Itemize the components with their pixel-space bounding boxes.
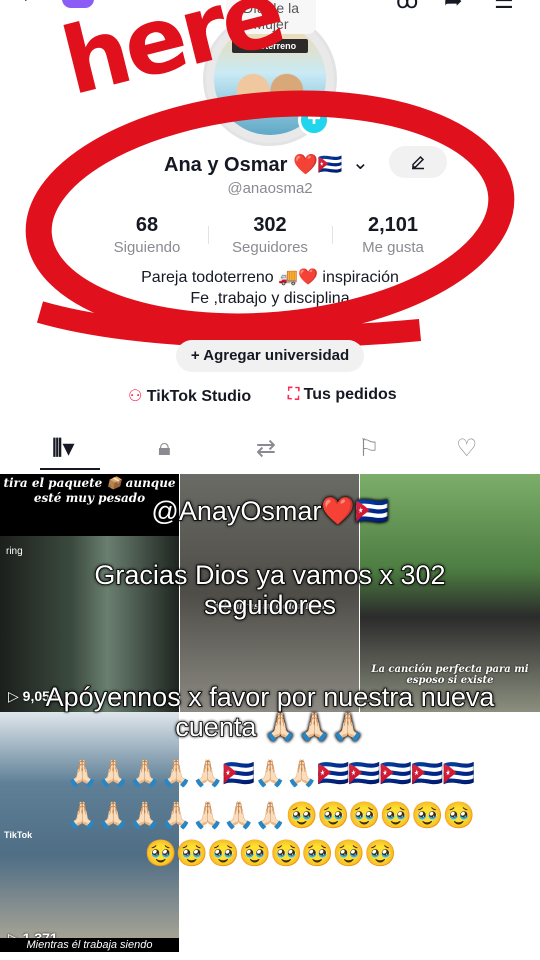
repost-icon[interactable]: ⇄ [256,434,276,463]
overlay-caption: Gracias Dios ya vamos x 302 seguidores [94,559,447,621]
overlay-emoji-line: 🙏🏻🙏🏻🙏🏻🙏🏻🙏🏻🙏🏻🙏🏻🥹🥹🥹🥹🥹🥹 [66,800,475,830]
overlay-emoji-line: 🙏🏻🙏🏻🙏🏻🙏🏻🙏🏻🇨🇺🙏🏻🙏🏻🇨🇺🇨🇺🇨🇺🇨🇺🇨🇺 [66,758,475,788]
tiktok-studio-label: TikTok Studio [146,388,252,405]
empty-grid-area [180,712,540,952]
bag-icon: ⛶ [288,386,300,403]
tiktok-studio-link[interactable]: ⚇ TikTok Studio [128,386,251,406]
lock-icon[interactable]: 🔒︎ [158,434,171,462]
overlay-caption: @AnayOsmar❤️🇨🇺 [151,495,390,527]
orders-link[interactable]: ⛶ Tus pedidos [288,386,397,404]
profile-tabs: ⦀▾ 🔒︎ ⇄ ⚐ ♡ [0,420,540,472]
videos-tab-icon[interactable]: ⦀▾ [52,434,75,463]
studio-icon: ⚇ [128,388,143,405]
video-caption: Mientras él trabaja siendo [0,938,179,952]
overlay-emoji-line: 🥹🥹🥹🥹🥹🥹🥹🥹 [144,838,397,868]
video-label: ring [6,546,23,557]
active-tab-indicator [40,468,100,470]
orders-label: Tus pedidos [303,386,397,403]
bookmark-icon[interactable]: ⚐ [358,434,380,463]
heart-icon[interactable]: ♡ [456,434,478,463]
video-thumbnail[interactable]: TikTok ▷ 1,371 Mientras él trabaja siend… [0,712,179,952]
bottom-strip [0,952,540,960]
overlay-caption: Apóyennos x favor por nuestra nueva cuen… [45,681,495,743]
add-university-button[interactable]: + Agregar universidad [176,340,364,372]
